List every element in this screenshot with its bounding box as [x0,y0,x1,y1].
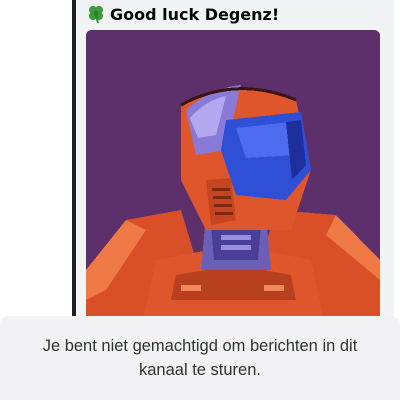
four-leaf-clover-icon [86,4,106,24]
embed-image[interactable] [86,30,380,330]
robot-avatar-image [86,30,380,330]
embed-title: Good luck Degenz! [110,4,280,24]
chat-area: Good luck Degenz! [0,0,400,330]
composer-disabled-notice: Je bent niet gemachtigd om berichten in … [0,316,400,400]
embed-title-row: Good luck Degenz! [86,2,279,26]
no-permission-message: Je bent niet gemachtigd om berichten in … [42,337,358,379]
